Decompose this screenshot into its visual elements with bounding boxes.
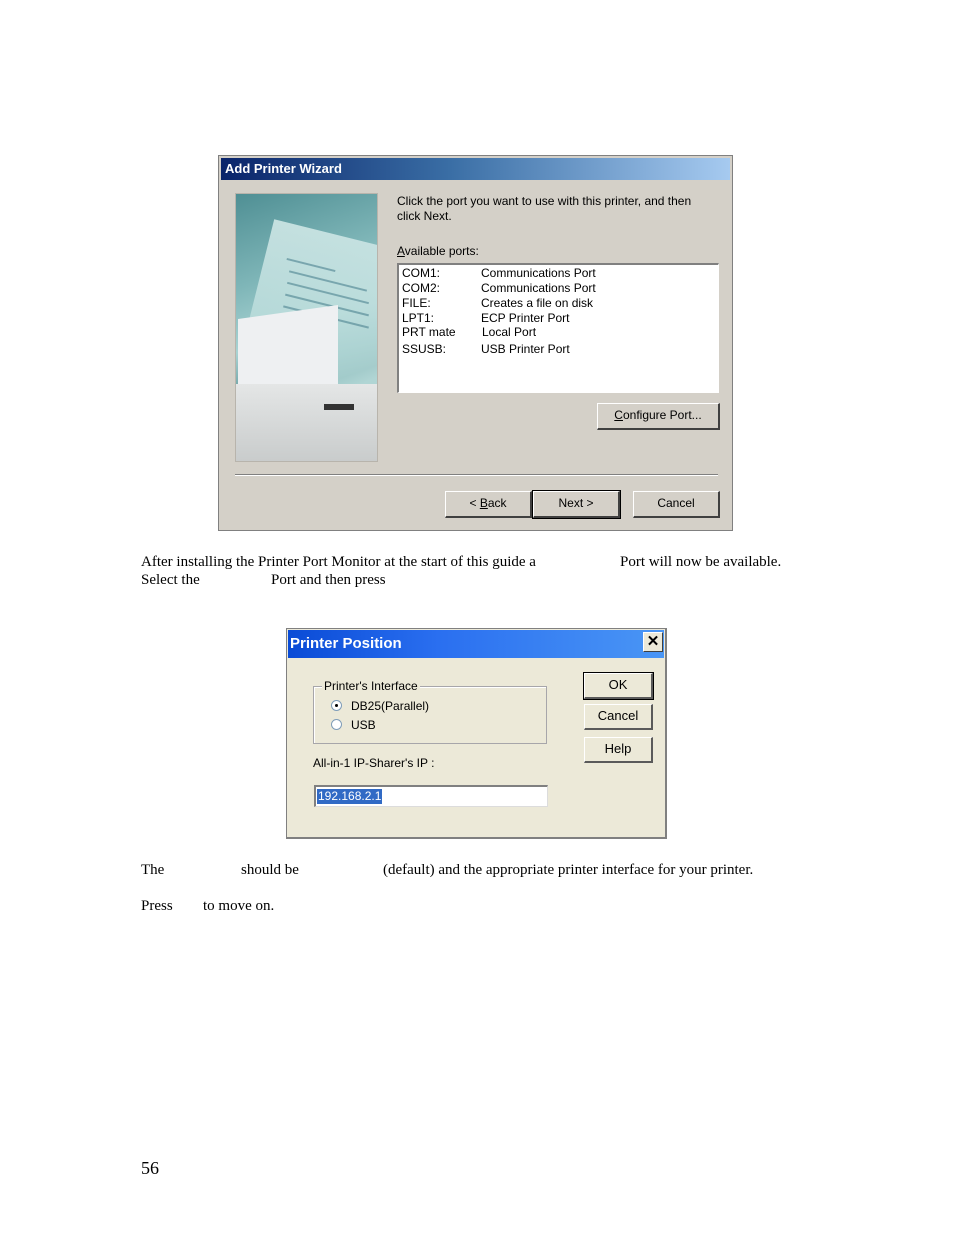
- printer-position-dialog: Printer Position ✕ Printer's Interface D…: [286, 628, 667, 839]
- port-name: SSUSB:: [402, 342, 447, 356]
- body-text: should be: [241, 862, 299, 878]
- port-description: Communications Port: [481, 281, 596, 295]
- body-text: to move on.: [203, 898, 275, 914]
- cancel-button[interactable]: Cancel: [633, 491, 720, 518]
- port-name: COM1:: [402, 266, 441, 280]
- page-number: 56: [141, 1158, 159, 1178]
- label-text: vailable ports:: [404, 244, 479, 258]
- port-description: USB Printer Port: [481, 342, 570, 356]
- port-description: Communications Port: [481, 266, 596, 280]
- body-text: Port and then press: [271, 572, 386, 588]
- help-button[interactable]: Help: [584, 737, 653, 763]
- ok-button[interactable]: OK: [583, 672, 654, 700]
- button-label: ack: [487, 496, 507, 510]
- body-text: The: [141, 862, 165, 878]
- printer-display-graphic: [324, 404, 354, 410]
- port-description: Local Port: [482, 325, 537, 339]
- radio-button[interactable]: [331, 719, 342, 730]
- cancel-button[interactable]: Cancel: [584, 704, 653, 730]
- wizard-title-bar: Add Printer Wizard: [221, 158, 730, 180]
- dialog-title-bar: Printer Position: [288, 630, 664, 658]
- printer-interface-group: [313, 686, 547, 744]
- ip-sharer-label: All-in-1 IP-Sharer's IP :: [313, 756, 435, 770]
- port-description: Creates a file on disk: [481, 296, 594, 310]
- port-name: PRT mate: [402, 325, 456, 339]
- next-button[interactable]: Next >: [532, 490, 621, 519]
- accelerator-key: B: [479, 496, 488, 510]
- body-text: Port will now be available.: [620, 554, 782, 570]
- back-button[interactable]: < Back: [445, 491, 532, 518]
- button-label: onfigure Port...: [622, 408, 702, 422]
- ip-address-input[interactable]: 192.168.2.1: [314, 785, 548, 807]
- body-text: (default) and the appropriate printer in…: [383, 862, 754, 878]
- radio-label: DB25(Parallel): [351, 699, 430, 713]
- radio-label: USB: [351, 718, 376, 732]
- available-ports-label: Available ports:: [397, 244, 479, 258]
- close-icon[interactable]: ✕: [643, 632, 663, 652]
- port-name: LPT1:: [402, 311, 435, 325]
- port-name: COM2:: [402, 281, 441, 295]
- add-printer-wizard-dialog: Add Printer Wizard Click the port you wa…: [218, 155, 733, 531]
- body-text: Select the: [141, 572, 200, 588]
- configure-port-button[interactable]: Configure Port...: [597, 403, 720, 430]
- accelerator-key: C: [614, 408, 623, 422]
- printer-interface-label: Printer's Interface: [322, 679, 420, 693]
- body-text: After installing the Printer Port Monito…: [141, 554, 536, 570]
- radio-button-selected[interactable]: [331, 700, 342, 711]
- port-description: ECP Printer Port: [481, 311, 570, 325]
- wizard-instruction: Click the port you want to use with this…: [397, 194, 692, 223]
- ip-address-value: 192.168.2.1: [317, 789, 383, 804]
- accelerator-key: A: [397, 244, 405, 258]
- button-prefix: <: [469, 496, 480, 510]
- printer-illustration: [235, 193, 378, 462]
- printer-graphic: [236, 384, 377, 461]
- body-text: Press: [141, 898, 173, 914]
- available-ports-list[interactable]: COM1: Communications Port COM2: Communicat…: [397, 263, 719, 393]
- wizard-separator: [235, 474, 718, 476]
- port-name: FILE:: [402, 296, 431, 310]
